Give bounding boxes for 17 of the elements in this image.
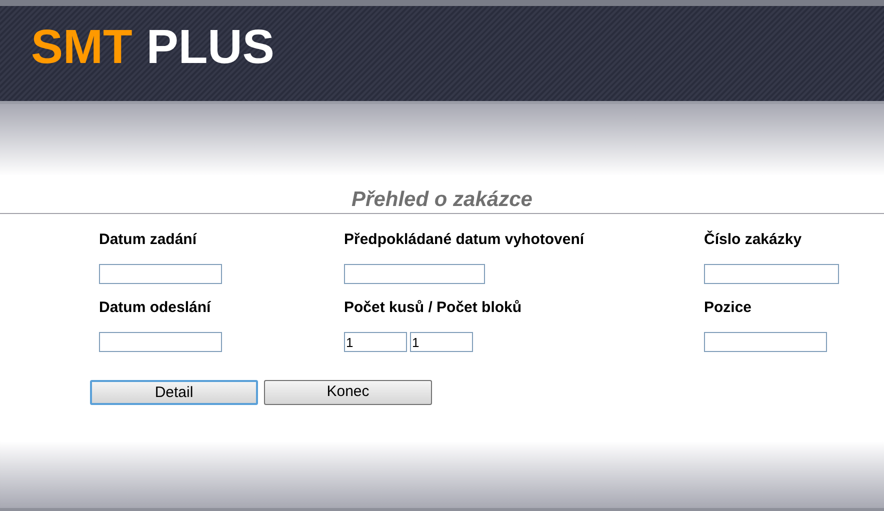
page-title: Přehled o zakázce xyxy=(352,189,532,210)
field-label: Předpokládané datum vyhotovení xyxy=(344,232,586,247)
input-field[interactable]: 1 xyxy=(410,332,473,352)
input-field[interactable]: 1 xyxy=(344,332,407,352)
action-button[interactable]: Konec xyxy=(264,380,432,405)
input-field[interactable] xyxy=(704,264,839,284)
logo: SMT PLUS xyxy=(31,24,274,72)
field-label: Datum zadání xyxy=(99,232,198,247)
input-field[interactable] xyxy=(99,264,222,284)
field-label: Pozice xyxy=(704,300,753,315)
field-label: Číslo zakázky xyxy=(704,232,803,247)
field-label: Počet kusů / Počet bloků xyxy=(344,300,523,315)
field-label: Datum odeslání xyxy=(99,300,212,315)
action-button[interactable]: Detail xyxy=(90,380,258,405)
input-field[interactable] xyxy=(344,264,485,284)
input-field[interactable] xyxy=(704,332,827,352)
input-field[interactable] xyxy=(99,332,222,352)
